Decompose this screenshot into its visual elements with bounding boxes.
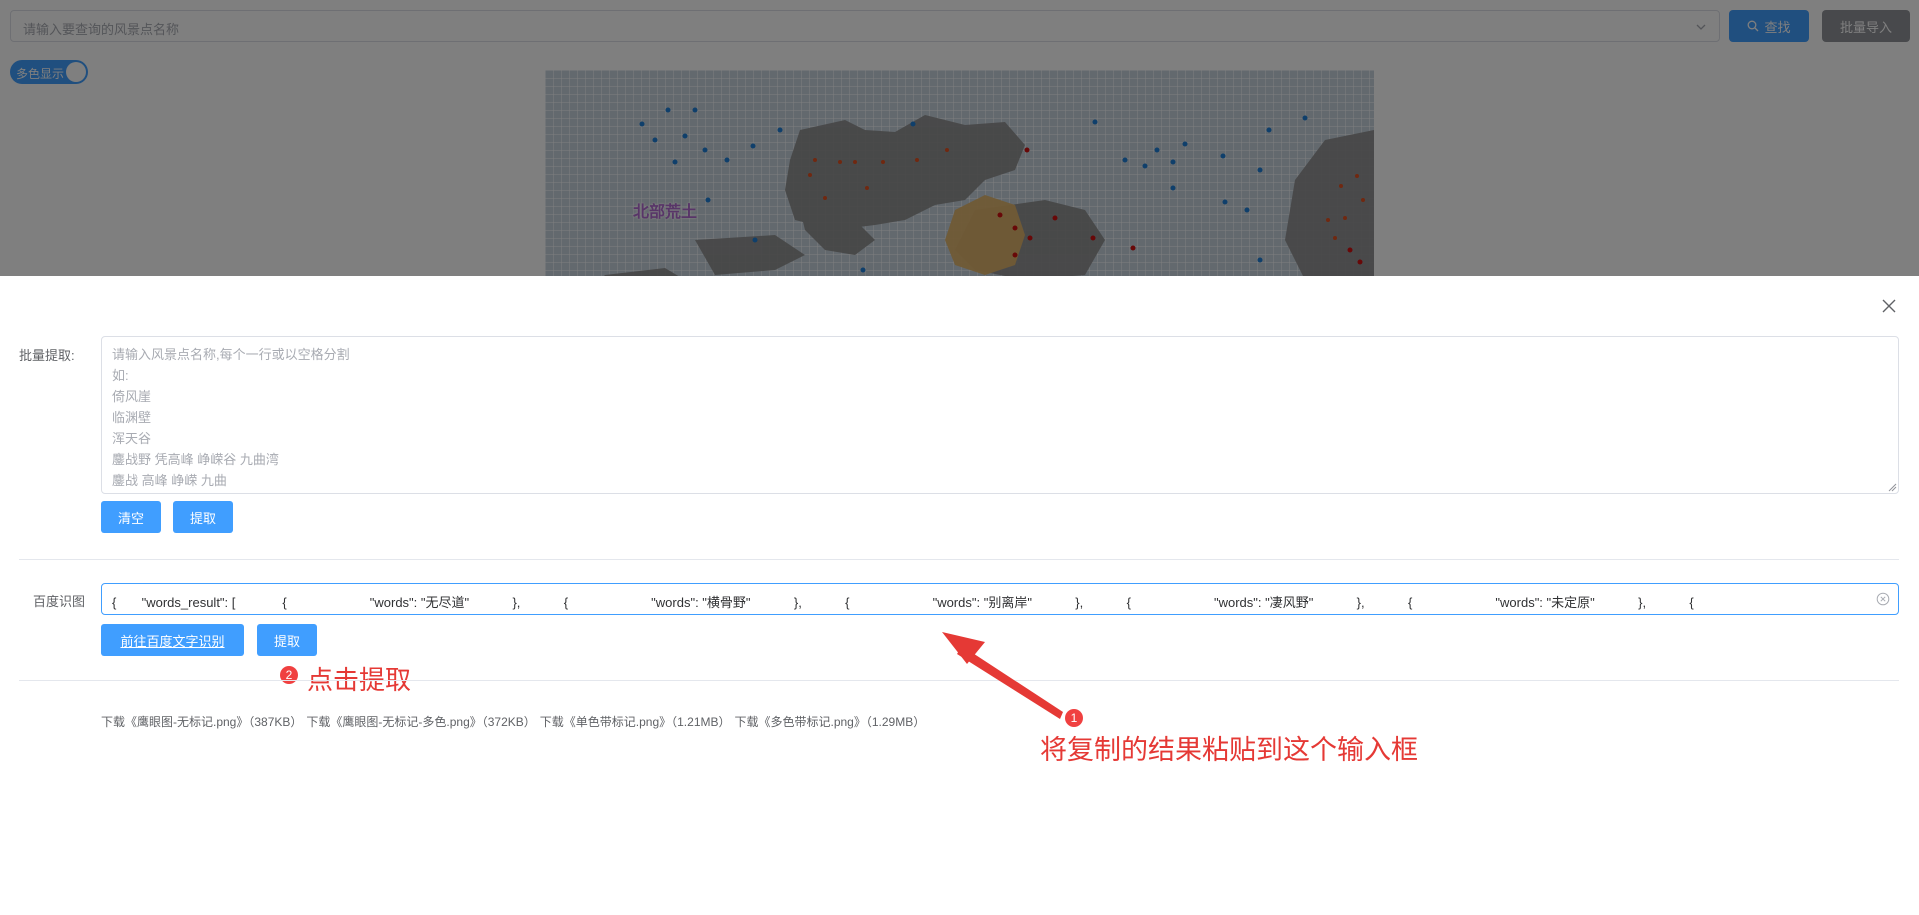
annotation-arrow [942,632,1063,719]
batch-extract-dialog: 批量提取: 请输入风景点名称,每个一行或以空格分割 如: 倚风崖 临渊壁 浑天谷… [0,276,1919,915]
step-1-annotation: 将复制的结果粘贴到这个输入框 [1040,735,1418,765]
modal-overlay[interactable] [0,0,1919,280]
step-1-badge: 1 [1065,709,1083,727]
